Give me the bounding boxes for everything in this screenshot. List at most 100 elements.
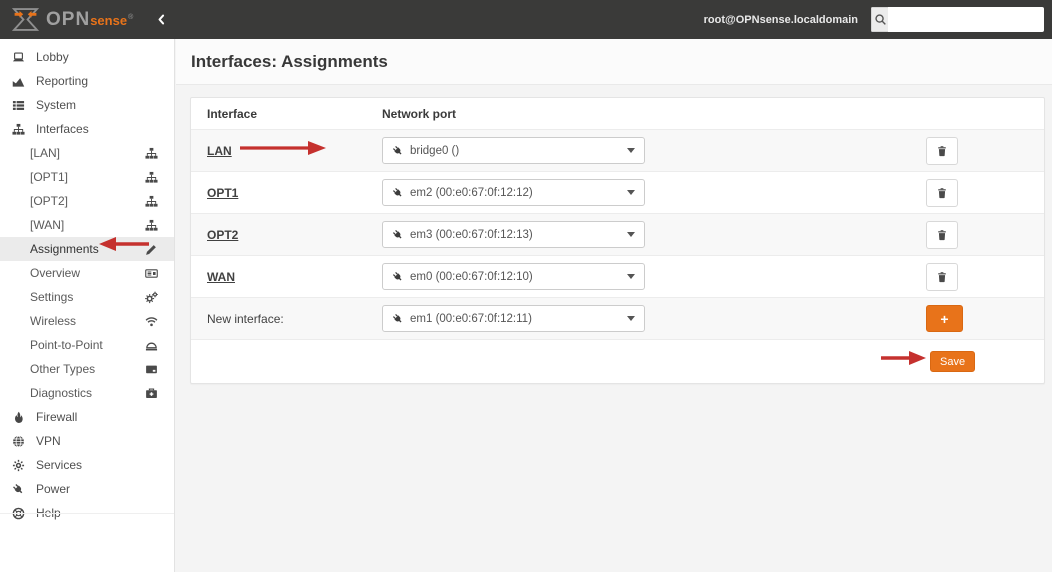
modem-icon [145, 338, 160, 352]
selected-network-port: em3 (00:e0:67:0f:12:13) [410, 228, 533, 241]
save-button[interactable]: Save [930, 351, 976, 372]
network-port-select-wan[interactable]: em0 (00:e0:67:0f:12:10) [382, 263, 645, 290]
sidebar-item-power[interactable]: Power [0, 477, 174, 501]
delete-interface-button[interactable] [926, 136, 958, 165]
assignments-panel: Interface Network port LAN bridge0 () OP… [190, 97, 1045, 384]
add-interface-button[interactable]: + [926, 305, 963, 332]
plug-icon [392, 313, 404, 325]
table-row-new-interface: New interface: em1 (00:e0:67:0f:12:11) + [191, 297, 1044, 339]
sidebar-item-interfaces[interactable]: Interfaces [0, 117, 174, 141]
delete-interface-button[interactable] [926, 220, 958, 249]
fire-icon [12, 410, 27, 424]
sidebar-item-other-types[interactable]: Other Types [0, 357, 174, 381]
gear-icon [12, 458, 27, 472]
plug-icon [392, 229, 404, 241]
trash-icon [938, 145, 946, 156]
plug-icon [12, 482, 27, 496]
new-interface-label: New interface: [207, 311, 284, 326]
page-title: Interfaces: Assignments [191, 51, 388, 71]
wifi-icon [145, 314, 160, 328]
trash-icon [938, 229, 946, 240]
search-icon [871, 7, 888, 32]
topbar: OPN sense ® root@OPNsense.localdomain [0, 0, 1052, 39]
sidebar-item-opt1[interactable]: [OPT1] [0, 165, 174, 189]
opnsense-logo[interactable]: OPN sense ® [12, 7, 133, 32]
network-port-select-lan[interactable]: bridge0 () [382, 137, 645, 164]
sidebar-item-wan[interactable]: [WAN] [0, 213, 174, 237]
trash-icon [938, 271, 946, 282]
table-row-save: Save [191, 339, 1044, 383]
global-search [871, 7, 1044, 32]
laptop-icon [12, 50, 27, 64]
table-row-wan: WAN em0 (00:e0:67:0f:12:10) [191, 255, 1044, 297]
sitemap-icon [145, 194, 160, 208]
sidebar-item-opt2[interactable]: [OPT2] [0, 189, 174, 213]
sitemap-icon [12, 122, 27, 136]
sidebar-item-services[interactable]: Services [0, 453, 174, 477]
sidebar-item-point-to-point[interactable]: Point-to-Point [0, 333, 174, 357]
sidebar-item-vpn[interactable]: VPN [0, 429, 174, 453]
sidebar-item-wireless[interactable]: Wireless [0, 309, 174, 333]
table-row-lan: LAN bridge0 () [191, 129, 1044, 171]
network-port-select-new[interactable]: em1 (00:e0:67:0f:12:11) [382, 305, 645, 332]
sidebar-item-overview[interactable]: Overview [0, 261, 174, 285]
chevron-down-icon [627, 316, 635, 321]
interface-link-opt1[interactable]: OPT1 [207, 186, 238, 200]
sidebar-item-system[interactable]: System [0, 93, 174, 117]
delete-interface-button[interactable] [926, 178, 958, 207]
table-row-opt2: OPT2 em3 (00:e0:67:0f:12:13) [191, 213, 1044, 255]
sitemap-icon [145, 170, 160, 184]
sidebar-divider [0, 513, 174, 514]
opnsense-logo-icon [12, 8, 39, 31]
selected-network-port: em2 (00:e0:67:0f:12:12) [410, 186, 533, 199]
pencil-icon [145, 242, 160, 256]
sidebar-collapse-button[interactable] [151, 10, 171, 30]
sidebar-item-settings[interactable]: Settings [0, 285, 174, 309]
brand-sense: sense [90, 12, 128, 28]
col-header-network-port: Network port [382, 106, 457, 121]
sidebar-item-firewall[interactable]: Firewall [0, 405, 174, 429]
sitemap-icon [145, 146, 160, 160]
sitemap-icon [145, 218, 160, 232]
selected-network-port: bridge0 () [410, 144, 460, 157]
sidebar-item-assignments[interactable]: Assignments [0, 237, 174, 261]
list-icon [12, 98, 27, 112]
plug-icon [392, 145, 404, 157]
page-titlebar: Interfaces: Assignments [176, 39, 1052, 85]
logged-in-user: root@OPNsense.localdomain [703, 13, 858, 26]
sidebar-item-lan[interactable]: [LAN] [0, 141, 174, 165]
newspaper-icon [145, 266, 160, 280]
tv-icon [145, 362, 160, 376]
interface-link-wan[interactable]: WAN [207, 270, 235, 284]
network-port-select-opt1[interactable]: em2 (00:e0:67:0f:12:12) [382, 179, 645, 206]
trash-icon [938, 187, 946, 198]
chevron-left-icon [158, 14, 164, 25]
col-header-interface: Interface [207, 106, 258, 121]
selected-network-port: em0 (00:e0:67:0f:12:10) [410, 270, 533, 283]
medkit-icon [145, 386, 160, 400]
chevron-down-icon [627, 274, 635, 279]
chevron-down-icon [627, 148, 635, 153]
globe-icon [12, 434, 27, 448]
plug-icon [392, 187, 404, 199]
registered-mark: ® [128, 13, 134, 21]
chevron-down-icon [627, 190, 635, 195]
cogs-icon [145, 290, 160, 304]
sidebar: Lobby Reporting System Interfaces [LAN] … [0, 39, 175, 572]
interface-link-opt2[interactable]: OPT2 [207, 228, 238, 242]
brand-opn: OPN [46, 8, 91, 30]
network-port-select-opt2[interactable]: em3 (00:e0:67:0f:12:13) [382, 221, 645, 248]
sidebar-item-lobby[interactable]: Lobby [0, 45, 174, 69]
area-chart-icon [12, 74, 27, 88]
table-row-opt1: OPT1 em2 (00:e0:67:0f:12:12) [191, 171, 1044, 213]
chevron-down-icon [627, 232, 635, 237]
brand-text: OPN sense ® [46, 9, 133, 31]
delete-interface-button[interactable] [926, 262, 958, 291]
table-header-row: Interface Network port [191, 98, 1044, 129]
main-content: Interfaces: Assignments Interface Networ… [176, 39, 1052, 572]
sidebar-item-diagnostics[interactable]: Diagnostics [0, 381, 174, 405]
sidebar-item-reporting[interactable]: Reporting [0, 69, 174, 93]
selected-network-port: em1 (00:e0:67:0f:12:11) [410, 312, 532, 325]
interface-link-lan[interactable]: LAN [207, 144, 232, 158]
search-input[interactable] [888, 7, 1044, 32]
